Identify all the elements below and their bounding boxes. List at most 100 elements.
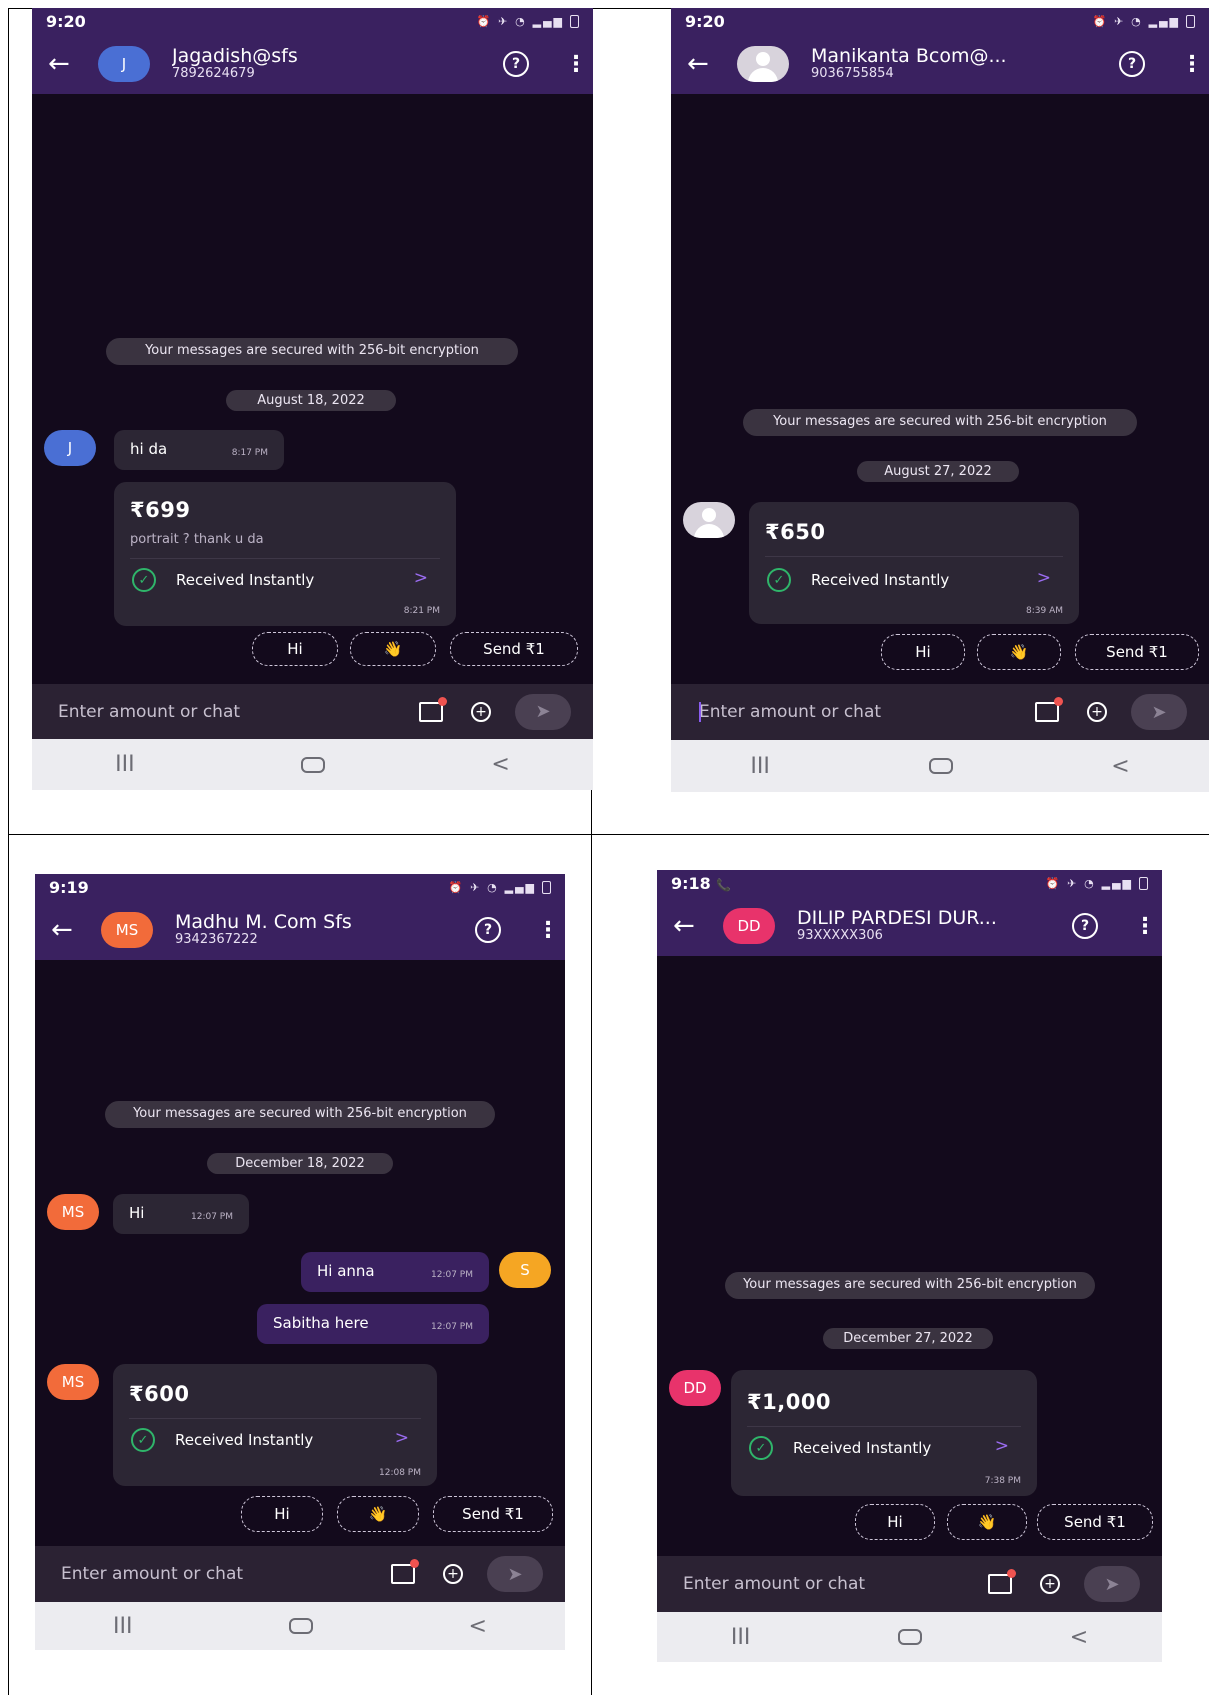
send-icon[interactable]: ➤ [1084, 1566, 1140, 1602]
chevron-right-icon[interactable]: > [395, 1428, 409, 1448]
plus-circle-icon[interactable]: + [1036, 1572, 1064, 1596]
gallery-icon[interactable] [417, 696, 447, 724]
kebab-menu-icon[interactable]: ⋮ [1134, 914, 1156, 939]
quick-reply-wave[interactable]: 👋 [977, 634, 1061, 670]
date-chip: December 18, 2022 [207, 1153, 393, 1174]
quick-reply-hi[interactable]: Hi [241, 1496, 323, 1532]
contact-avatar[interactable]: MS [101, 912, 153, 948]
payment-note: portrait ? thank u da [130, 532, 264, 547]
payment-amount: ₹600 [129, 1382, 190, 1406]
quick-reply-wave[interactable]: 👋 [350, 632, 436, 666]
contact-info[interactable]: DILIP PARDESI DUR... 93XXXXX306 [797, 909, 1072, 943]
back-nav-icon[interactable]: < [469, 1614, 487, 1639]
encryption-notice: Your messages are secured with 256-bit e… [106, 338, 518, 365]
message-input-bar: Enter amount or chat + ➤ [657, 1556, 1162, 1612]
recents-nav-icon[interactable]: III [113, 1614, 132, 1639]
quick-reply-wave[interactable]: 👋 [337, 1496, 419, 1532]
message-input[interactable]: Enter amount or chat [683, 1574, 964, 1594]
send-icon[interactable]: ➤ [515, 693, 571, 730]
back-arrow-icon[interactable]: ← [673, 911, 713, 941]
contact-phone: 93XXXXX306 [797, 928, 883, 944]
phone-screen-4: 9:18 📞 ⏰ ✈ ◔ ▂▄▆ ← DD DILIP PARDESI DUR.… [657, 870, 1162, 1662]
recents-nav-icon[interactable]: III [750, 754, 769, 779]
message-input-placeholder: Enter amount or chat [699, 702, 882, 722]
contact-info[interactable]: Jagadish@sfs 7892624679 [172, 47, 503, 81]
quick-reply-send-1[interactable]: Send ₹1 [433, 1496, 553, 1532]
battery-icon [542, 880, 551, 894]
check-glyph: ✓ [755, 1440, 767, 1456]
kebab-menu-icon[interactable]: ⋮ [1181, 52, 1203, 77]
card-divider [747, 1426, 1021, 1427]
quick-reply-send-1[interactable]: Send ₹1 [1075, 634, 1199, 670]
sent-message-bubble[interactable]: Hi anna 12:07 PM [301, 1252, 489, 1292]
contact-name: DILIP PARDESI DUR... [797, 909, 997, 930]
contact-info[interactable]: Madhu M. Com Sfs 9342367222 [175, 913, 475, 947]
send-icon[interactable]: ➤ [487, 1556, 543, 1592]
payment-card[interactable]: ₹699 portrait ? thank u da ✓ Received In… [114, 482, 456, 626]
home-nav-icon[interactable] [301, 756, 325, 773]
kebab-menu-icon[interactable]: ⋮ [565, 52, 587, 77]
back-nav-icon[interactable]: < [1070, 1625, 1088, 1650]
card-divider [765, 556, 1063, 557]
plus-circle-icon[interactable]: + [1083, 700, 1111, 724]
quick-reply-send-1[interactable]: Send ₹1 [450, 632, 578, 666]
home-nav-icon[interactable] [288, 1618, 313, 1634]
phone-screen-2: 9:20 ⏰ ✈ ◔ ▂▄▆ ← Manikanta Bcom@... 9036… [671, 8, 1209, 792]
chevron-right-icon[interactable]: > [995, 1436, 1009, 1456]
contact-avatar[interactable] [737, 46, 789, 82]
question-circle-icon[interactable]: ? [1119, 51, 1145, 77]
plus-circle-icon[interactable]: + [467, 700, 495, 724]
quick-reply-send-1[interactable]: Send ₹1 [1037, 1504, 1153, 1540]
status-time-group: 9:18 📞 [671, 874, 731, 893]
message-text: Hi anna [317, 1262, 375, 1280]
message-input[interactable]: Enter amount or chat [61, 1564, 367, 1584]
payment-time: 12:08 PM [379, 1468, 421, 1478]
gallery-icon[interactable] [986, 1569, 1016, 1596]
recents-nav-icon[interactable]: III [115, 752, 134, 777]
gallery-icon[interactable] [1033, 697, 1063, 724]
chat-avatar-initials: MS [61, 1203, 85, 1221]
home-nav-icon[interactable] [898, 1629, 922, 1645]
back-nav-icon[interactable]: < [1111, 754, 1129, 779]
gallery-shape [988, 1569, 1016, 1594]
plus-circle-icon[interactable]: + [439, 1562, 467, 1586]
contact-info[interactable]: Manikanta Bcom@... 9036755854 [811, 47, 1119, 81]
payment-card[interactable]: ₹1,000 ✓ Received Instantly > 7:38 PM [731, 1370, 1037, 1496]
gallery-icon[interactable] [389, 1559, 419, 1586]
back-arrow-icon[interactable]: ← [48, 49, 88, 79]
quick-reply-hi[interactable]: Hi [881, 634, 965, 670]
payment-card[interactable]: ₹650 ✓ Received Instantly > 8:39 AM [749, 502, 1079, 624]
send-icon[interactable]: ➤ [1131, 694, 1187, 730]
sent-message-bubble[interactable]: Sabitha here 12:07 PM [257, 1304, 489, 1344]
contact-avatar[interactable]: DD [723, 908, 775, 944]
contact-avatar[interactable]: J [98, 46, 150, 82]
message-bubble[interactable]: Hi 12:07 PM [113, 1194, 249, 1234]
quick-reply-hi[interactable]: Hi [855, 1504, 935, 1540]
encryption-notice: Your messages are secured with 256-bit e… [743, 409, 1137, 436]
date-chip: August 27, 2022 [857, 461, 1019, 482]
quick-reply-hi[interactable]: Hi [252, 632, 338, 666]
kebab-menu-icon[interactable]: ⋮ [537, 918, 559, 943]
quick-reply-wave[interactable]: 👋 [947, 1504, 1027, 1540]
recents-nav-icon[interactable]: III [731, 1625, 750, 1650]
question-circle-icon[interactable]: ? [1072, 913, 1098, 939]
back-nav-icon[interactable]: < [491, 752, 509, 777]
question-circle-icon[interactable]: ? [475, 917, 501, 943]
grid-border-left [8, 8, 9, 1695]
payment-card[interactable]: ₹600 ✓ Received Instantly > 12:08 PM [113, 1364, 437, 1486]
payment-status: Received Instantly [793, 1439, 932, 1457]
chevron-right-icon[interactable]: > [414, 568, 428, 588]
chevron-right-icon[interactable]: > [1037, 568, 1051, 588]
payment-time: 8:21 PM [403, 606, 440, 616]
message-bubble[interactable]: hi da 8:17 PM [114, 430, 284, 470]
back-arrow-icon[interactable]: ← [51, 915, 91, 945]
card-divider [130, 558, 440, 559]
chat-avatar-initials: J [67, 439, 73, 457]
back-arrow-icon[interactable]: ← [687, 49, 727, 79]
message-input[interactable]: Enter amount or chat [58, 702, 395, 722]
question-circle-icon[interactable]: ? [503, 51, 529, 77]
message-input[interactable]: Enter amount or chat [697, 702, 1011, 722]
home-nav-icon[interactable] [928, 758, 953, 774]
date-chip: August 18, 2022 [226, 390, 396, 411]
system-nav-bar: III < [657, 1612, 1162, 1662]
